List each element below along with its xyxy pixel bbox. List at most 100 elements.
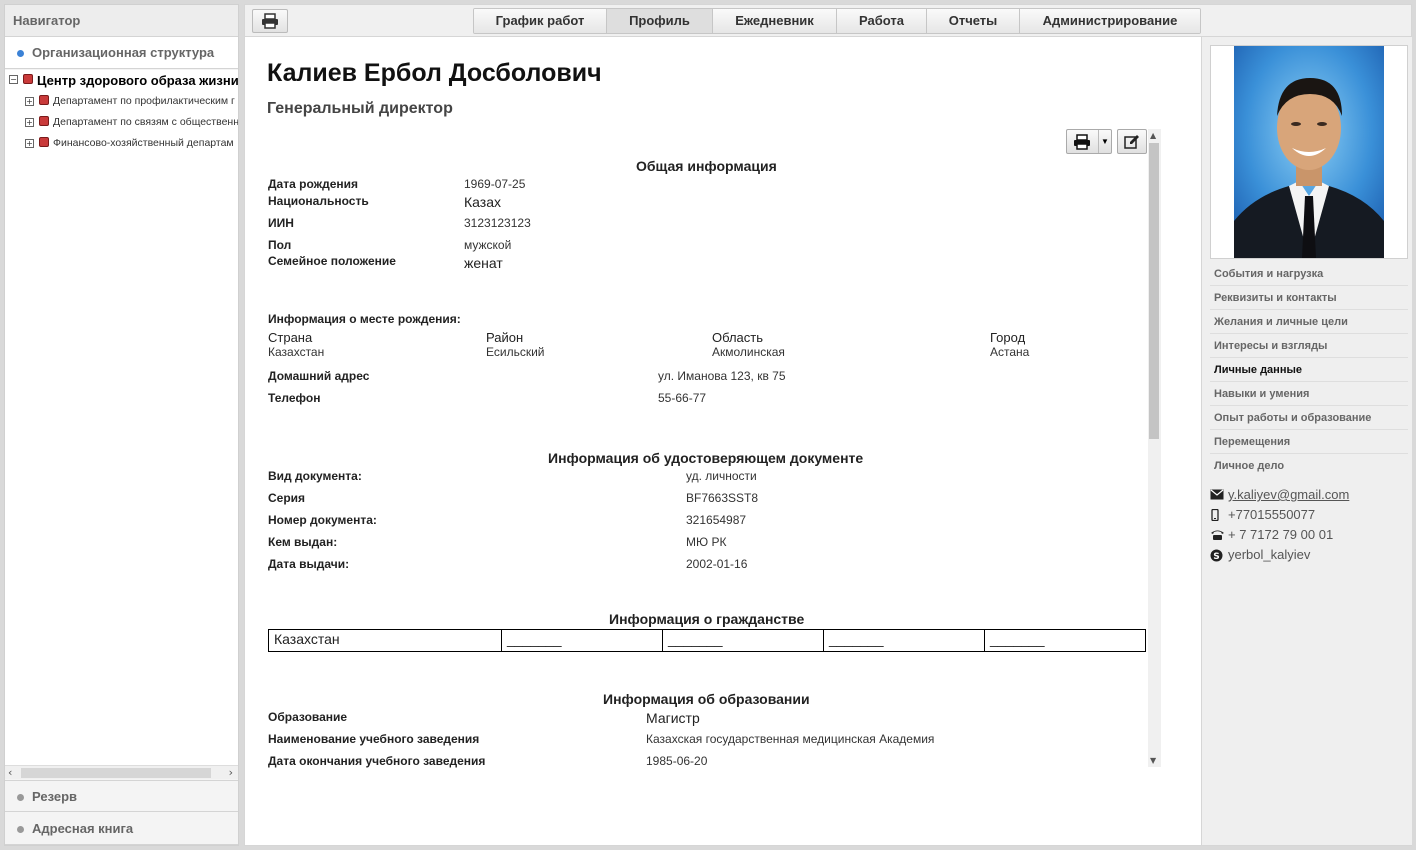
mobile-phone-icon	[1211, 509, 1219, 521]
tree-node-child[interactable]: + Департамент по профилактическим г	[5, 91, 238, 112]
country-value: Казахстан	[268, 345, 325, 359]
document-series-value: BF7663SST8	[686, 491, 759, 505]
marital-status-value: женат	[464, 255, 503, 271]
field-label: Дата окончания учебного заведения	[268, 754, 486, 768]
nav-section-label: Адресная книга	[32, 821, 134, 836]
skype-value: yerbol_kalyiev	[1228, 547, 1311, 562]
nav-section-org-structure[interactable]: Организационная структура	[5, 37, 238, 69]
city-label: Город	[990, 330, 1026, 345]
scrollbar-thumb[interactable]	[21, 768, 211, 778]
email-link[interactable]: y.kaliyev@gmail.com	[1228, 487, 1349, 502]
citizenship-cell: Казахстан	[269, 630, 502, 651]
scroll-up-icon[interactable]: ▲	[1150, 131, 1156, 140]
envelope-icon	[1210, 489, 1224, 500]
section-title-birthplace: Информация о месте рождения:	[268, 312, 461, 326]
field-label: Семейное положение	[268, 254, 396, 268]
field-label: Дата рождения	[268, 177, 359, 191]
district-label: Район	[486, 330, 524, 345]
field-label: Образование	[268, 710, 348, 724]
scrollbar-thumb[interactable]	[1149, 143, 1159, 439]
bullet-icon	[17, 826, 24, 833]
skype-icon: S	[1210, 549, 1223, 562]
nav-section-address-book[interactable]: Адресная книга	[5, 813, 238, 845]
menu-item-personal-file[interactable]: Личное дело	[1210, 454, 1408, 478]
edit-icon	[1124, 135, 1139, 149]
contact-skype: S yerbol_kalyiev	[1210, 545, 1349, 565]
profile-section-menu: События и нагрузка Реквизиты и контакты …	[1210, 262, 1408, 478]
institution-value: Казахская государственная медицинская Ак…	[646, 732, 935, 746]
printer-icon	[262, 13, 278, 29]
menu-item-goals[interactable]: Желания и личные цели	[1210, 310, 1408, 334]
section-title-id-document: Информация об удостоверяющем документе	[548, 450, 864, 466]
profile-photo	[1210, 45, 1408, 259]
org-tree: − Центр здорового образа жизни + Департа…	[5, 70, 238, 765]
tab-profile[interactable]: Профиль	[607, 9, 713, 33]
department-icon	[39, 116, 49, 126]
district-value: Есильский	[486, 345, 545, 359]
region-label: Область	[712, 330, 764, 345]
document-type-value: уд. личности	[686, 469, 757, 483]
section-title-education: Информация об образовании	[603, 691, 810, 707]
telephone-icon	[1211, 530, 1224, 540]
bullet-icon	[17, 50, 24, 57]
tree-node-label[interactable]: Департамент по связям с общественн	[53, 116, 238, 128]
scroll-left-icon[interactable]: ‹	[8, 766, 12, 780]
tree-node-label[interactable]: Департамент по профилактическим г	[53, 95, 235, 107]
section-title-citizenship: Информация о гражданстве	[609, 611, 805, 627]
person-position: Генеральный директор	[267, 100, 453, 117]
citizenship-cell: _______	[502, 630, 663, 651]
document-print-button[interactable]: ▼	[1066, 129, 1112, 154]
tree-node-label[interactable]: Финансово-хозяйственный департам	[53, 137, 234, 149]
tab-administration[interactable]: Администрирование	[1020, 9, 1200, 33]
print-button[interactable]	[252, 9, 288, 33]
field-label: ИИН	[268, 216, 294, 230]
tree-node-child[interactable]: + Финансово-хозяйственный департам	[5, 133, 238, 154]
expand-icon[interactable]: +	[25, 118, 34, 127]
tab-work[interactable]: Работа	[837, 9, 927, 33]
bullet-icon	[17, 794, 24, 801]
nationality-value: Казах	[464, 194, 501, 210]
scroll-down-icon[interactable]: ▼	[1150, 756, 1156, 765]
tree-horizontal-scrollbar[interactable]: ‹ ›	[5, 765, 238, 779]
nav-section-reserve[interactable]: Резерв	[5, 780, 238, 812]
document-vertical-scrollbar[interactable]: ▲ ▼	[1148, 129, 1161, 767]
nav-section-label: Организационная структура	[32, 45, 215, 60]
field-label: Серия	[268, 491, 306, 505]
tab-diary[interactable]: Ежедневник	[713, 9, 837, 33]
tree-node-root[interactable]: − Центр здорового образа жизни	[5, 70, 238, 91]
menu-item-contacts[interactable]: Реквизиты и контакты	[1210, 286, 1408, 310]
contact-email: y.kaliyev@gmail.com	[1210, 485, 1349, 505]
person-photo	[1234, 46, 1384, 258]
main-tabs: График работ Профиль Ежедневник Работа О…	[473, 8, 1201, 34]
issue-date-value: 2002-01-16	[686, 557, 748, 571]
svg-text:S: S	[1213, 552, 1219, 562]
iin-value: 3123123123	[464, 216, 531, 230]
menu-item-skills[interactable]: Навыки и умения	[1210, 382, 1408, 406]
tab-schedule[interactable]: График работ	[474, 9, 607, 33]
dropdown-arrow-icon[interactable]: ▼	[1098, 130, 1111, 153]
department-icon	[23, 74, 33, 84]
expand-icon[interactable]: +	[25, 139, 34, 148]
tab-reports[interactable]: Отчеты	[927, 9, 1020, 33]
navigator-title: Навигатор	[5, 5, 238, 37]
scroll-right-icon[interactable]: ›	[229, 766, 233, 780]
menu-item-events[interactable]: События и нагрузка	[1210, 262, 1408, 286]
birth-date-value: 1969-07-25	[464, 177, 526, 191]
menu-item-transfers[interactable]: Перемещения	[1210, 430, 1408, 454]
tree-node-child[interactable]: + Департамент по связям с общественн	[5, 112, 238, 133]
top-toolbar: График работ Профиль Ежедневник Работа О…	[244, 4, 1412, 37]
field-label: Пол	[268, 238, 292, 252]
collapse-icon[interactable]: −	[9, 75, 18, 84]
menu-item-interests[interactable]: Интересы и взгляды	[1210, 334, 1408, 358]
tree-node-label[interactable]: Центр здорового образа жизни	[37, 73, 238, 88]
field-label: Дата выдачи:	[268, 557, 350, 571]
printer-icon	[1074, 134, 1090, 150]
field-label: Номер документа:	[268, 513, 377, 527]
education-level-value: Магистр	[646, 710, 700, 726]
graduation-date-value: 1985-06-20	[646, 754, 708, 768]
expand-icon[interactable]: +	[25, 97, 34, 106]
edit-button[interactable]	[1117, 129, 1147, 154]
menu-item-personal-data[interactable]: Личные данные	[1210, 358, 1408, 382]
profile-content: Калиев Ербол Досболович Генеральный дире…	[244, 37, 1201, 846]
menu-item-experience[interactable]: Опыт работы и образование	[1210, 406, 1408, 430]
